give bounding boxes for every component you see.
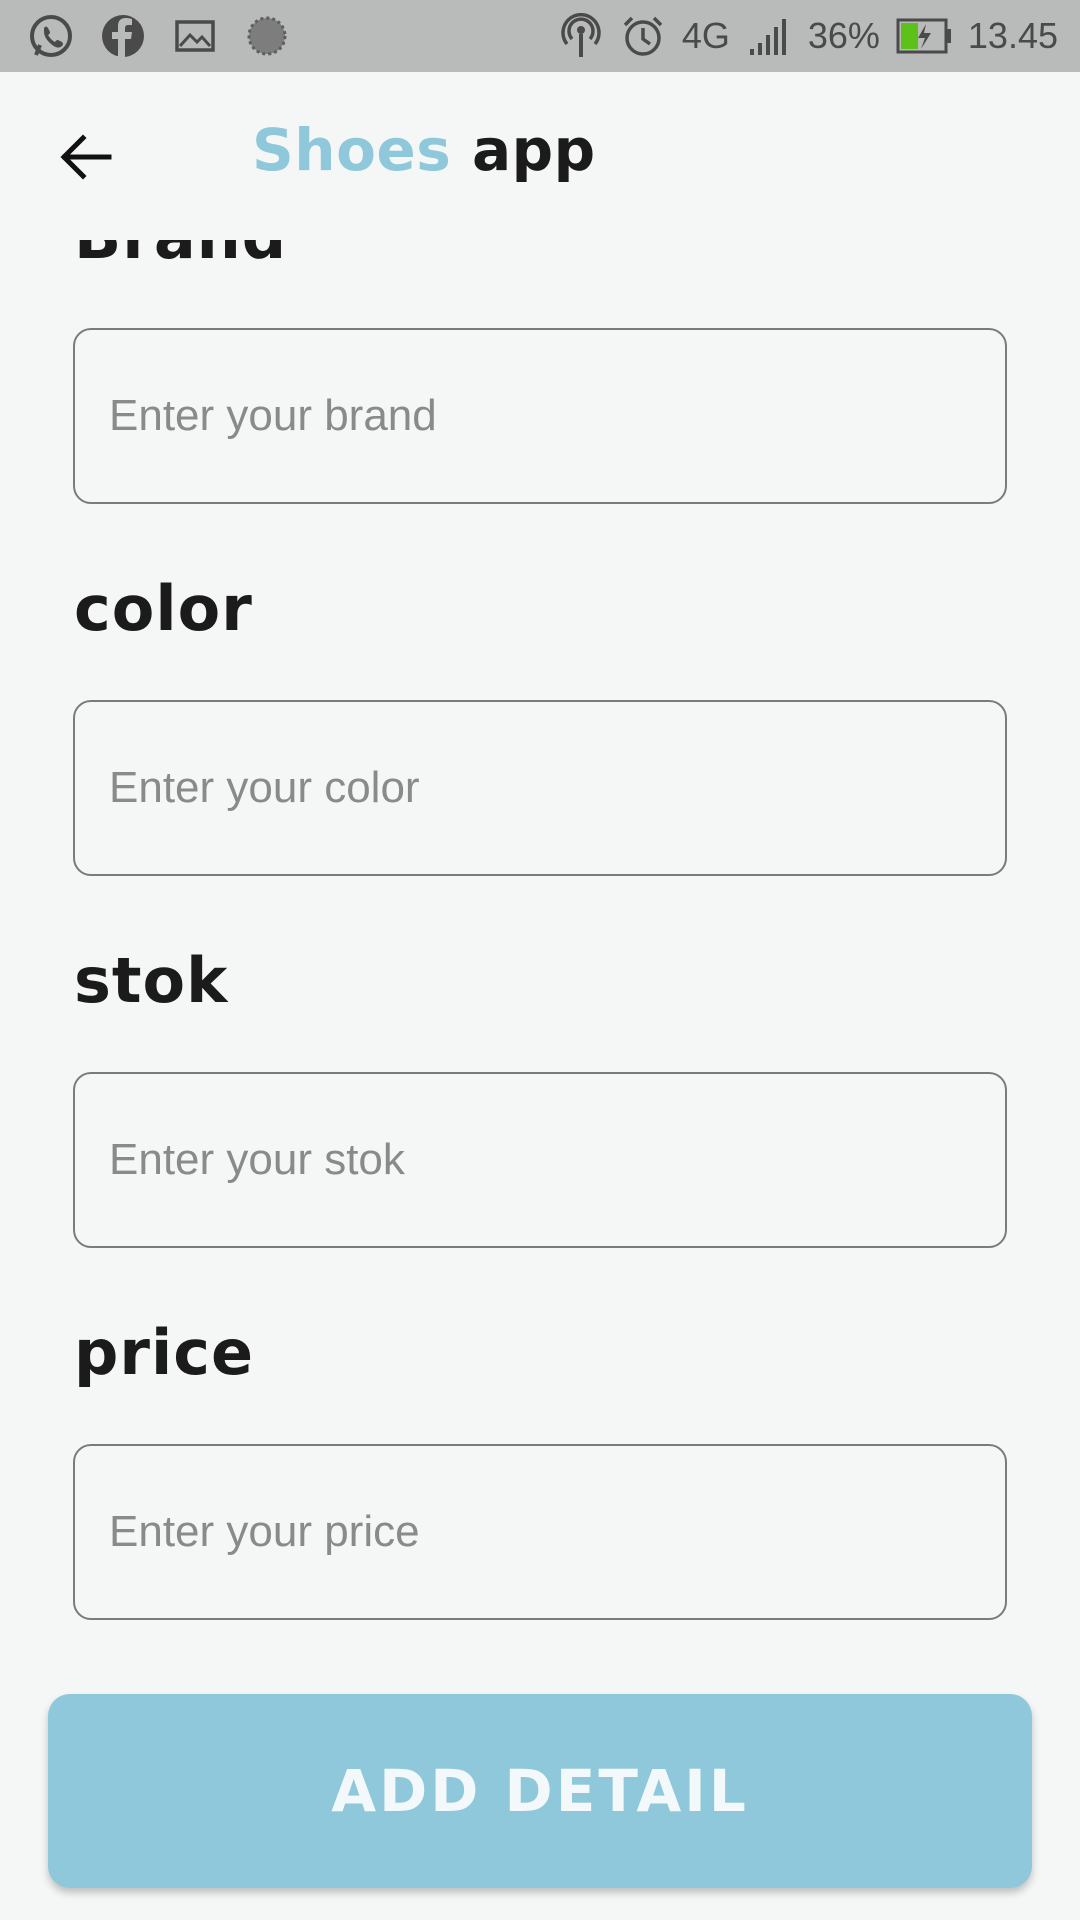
whatsapp-icon <box>28 13 74 59</box>
price-input[interactable] <box>73 1444 1007 1620</box>
color-label: color <box>74 572 253 645</box>
status-bar: 4G 36% 13.45 <box>0 0 1080 72</box>
battery-icon <box>896 13 952 59</box>
price-label: price <box>74 1316 255 1389</box>
loading-icon <box>244 13 290 59</box>
app-title-accent: Shoes <box>252 116 452 184</box>
system-status: 4G 36% 13.45 <box>558 0 1058 72</box>
add-detail-form: Brand color stok price <box>0 240 1080 1920</box>
hotspot-icon <box>558 13 604 59</box>
notification-icons <box>28 0 290 72</box>
facebook-icon <box>100 13 146 59</box>
add-detail-button[interactable]: ADD DETAIL <box>48 1694 1032 1888</box>
arrow-left-icon <box>57 129 113 190</box>
gallery-icon <box>172 13 218 59</box>
stok-input[interactable] <box>73 1072 1007 1248</box>
network-type: 4G <box>681 15 730 56</box>
brand-input[interactable] <box>73 328 1007 504</box>
battery-percent: 36% <box>807 15 880 56</box>
stok-label: stok <box>74 944 229 1017</box>
app-title: Shoes app <box>252 116 596 184</box>
app-title-main: app <box>471 116 596 184</box>
signal-icon <box>746 13 792 59</box>
color-input[interactable] <box>73 700 1007 876</box>
app-bar: Shoes app <box>0 72 1080 240</box>
alarm-icon <box>620 13 666 59</box>
brand-label: Brand <box>74 240 287 273</box>
clock: 13.45 <box>967 15 1058 56</box>
back-button[interactable] <box>50 124 120 194</box>
